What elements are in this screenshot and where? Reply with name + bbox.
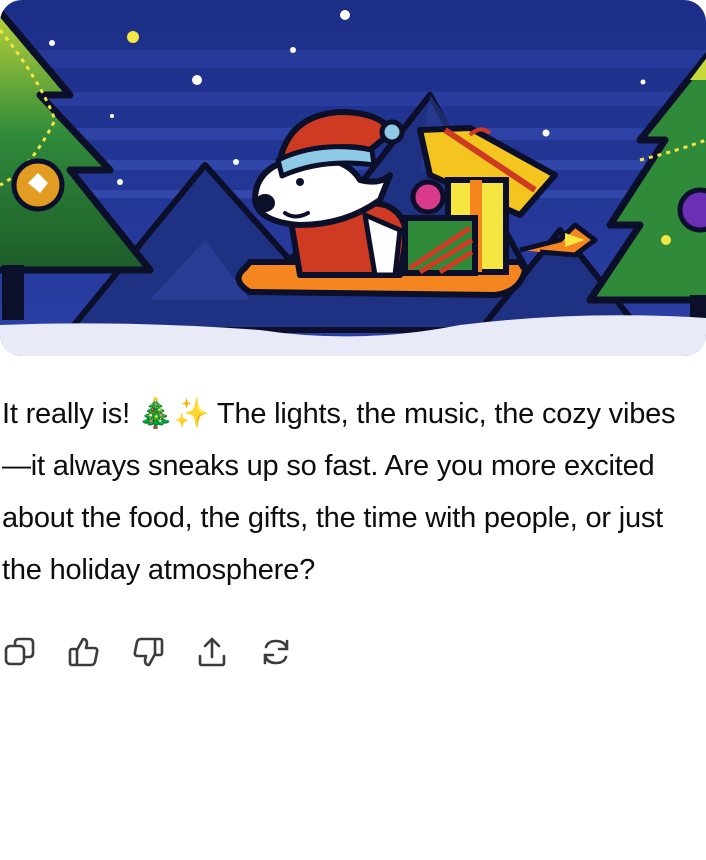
share-icon bbox=[198, 637, 226, 667]
thumbs-up-icon bbox=[68, 637, 99, 667]
thumbs-down-button[interactable] bbox=[130, 630, 194, 674]
thumbs-down-icon bbox=[133, 637, 164, 667]
regenerate-icon bbox=[263, 639, 289, 665]
copy-button[interactable] bbox=[2, 630, 66, 674]
thumbs-up-button[interactable] bbox=[66, 630, 130, 674]
regenerate-button[interactable] bbox=[258, 630, 322, 674]
message-action-bar bbox=[2, 630, 322, 674]
share-button[interactable] bbox=[194, 630, 258, 674]
assistant-message-text: It really is! 🎄✨ The lights, the music, … bbox=[2, 398, 676, 586]
holiday-banner-illustration bbox=[0, 0, 706, 356]
assistant-message: It really is! 🎄✨ The lights, the music, … bbox=[2, 388, 702, 596]
copy-icon bbox=[4, 637, 35, 666]
